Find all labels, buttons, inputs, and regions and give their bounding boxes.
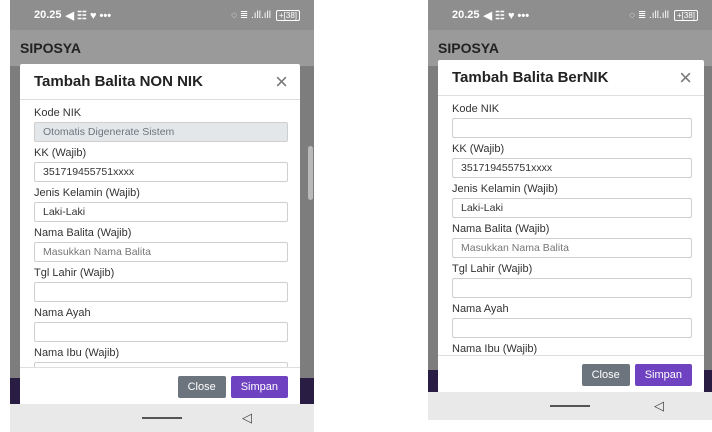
field-nama-ibu: Nama Ibu (Wajib): [452, 343, 692, 355]
status-bar: 20.25 ◀ ☷ ♥ ••• ◌ ≣ .ıll.ıll +[38]: [10, 0, 314, 30]
field-jenis-kelamin: Jenis Kelamin (Wajib): [452, 183, 692, 218]
field-label: KK (Wajib): [452, 143, 505, 155]
nama-ayah-input[interactable]: [34, 322, 288, 342]
signal-icon: ◌ ≣ .ıll.ıll: [231, 9, 271, 21]
field-nama-ibu: Nama Ibu (Wajib): [34, 347, 288, 367]
field-nama-balita: Nama Balita (Wajib): [34, 227, 288, 262]
field-label: Nama Ibu (Wajib): [452, 343, 538, 355]
field-jenis-kelamin: Jenis Kelamin (Wajib): [34, 187, 288, 222]
close-icon[interactable]: ×: [275, 70, 288, 93]
field-label: Nama Balita (Wajib): [34, 227, 132, 239]
dialog-header: Tambah Balita BerNIK ×: [438, 60, 704, 96]
add-balita-dialog: Tambah Balita BerNIK × Kode NIK KK (Waji…: [438, 60, 704, 393]
app-title: SIPOSYA: [20, 40, 81, 56]
kode-nik-input[interactable]: [452, 118, 692, 138]
app-title: SIPOSYA: [438, 40, 499, 56]
tgl-lahir-input[interactable]: [452, 278, 692, 298]
field-label: KK (Wajib): [34, 147, 87, 159]
phone-screen-bernik: 20.25 ◀ ☷ ♥ ••• ◌ ≣ .ıll.ıll +[38] SIPOS…: [428, 0, 712, 432]
app-bar: SIPOSYA: [10, 30, 314, 66]
system-nav-bar: ◁: [428, 392, 712, 420]
dialog-header: Tambah Balita NON NIK ×: [20, 64, 300, 100]
field-kk: KK (Wajib): [452, 143, 692, 178]
notification-icons: ◀ ☷ ♥ •••: [483, 9, 530, 22]
dialog-form: Kode NIK KK (Wajib) Jenis Kelamin (Wajib…: [438, 97, 704, 355]
field-nama-ayah: Nama Ayah: [34, 307, 288, 342]
field-label: Jenis Kelamin (Wajib): [34, 187, 140, 199]
close-button[interactable]: Close: [177, 375, 226, 398]
field-nama-ayah: Nama Ayah: [452, 303, 692, 338]
dialog-footer: Close Simpan: [438, 355, 704, 393]
field-label: Kode NIK: [34, 107, 82, 119]
phone-screen-non-nik: 20.25 ◀ ☷ ♥ ••• ◌ ≣ .ıll.ıll +[38] SIPOS…: [10, 0, 314, 432]
field-nama-balita: Nama Balita (Wajib): [452, 223, 692, 258]
field-label: Nama Ibu (Wajib): [34, 347, 120, 359]
field-tgl-lahir: Tgl Lahir (Wajib): [452, 263, 692, 298]
field-kode-nik: Kode NIK: [452, 103, 692, 138]
jenis-kelamin-select[interactable]: [34, 202, 288, 222]
back-icon[interactable]: ◁: [242, 410, 252, 426]
field-label: Kode NIK: [452, 103, 500, 115]
scrollbar[interactable]: [308, 146, 313, 200]
field-kode-nik: Kode NIK: [34, 107, 288, 142]
field-tgl-lahir: Tgl Lahir (Wajib): [34, 267, 288, 302]
nama-ayah-input[interactable]: [452, 318, 692, 338]
close-button[interactable]: Close: [581, 363, 630, 386]
home-indicator[interactable]: [142, 417, 182, 419]
system-nav-bar: ◁: [10, 404, 314, 432]
jenis-kelamin-select[interactable]: [452, 198, 692, 218]
nama-balita-input[interactable]: [34, 242, 288, 262]
battery-icon: +[38]: [275, 9, 300, 21]
dialog-form: Kode NIK KK (Wajib) Jenis Kelamin (Wajib…: [20, 101, 300, 367]
kk-input[interactable]: [452, 158, 692, 178]
field-label: Nama Ayah: [452, 303, 509, 315]
dialog-title: Tambah Balita BerNIK: [452, 69, 609, 86]
add-balita-dialog: Tambah Balita NON NIK × Kode NIK KK (Waj…: [20, 64, 300, 405]
field-label: Jenis Kelamin (Wajib): [452, 183, 558, 195]
clock-time: 20.25: [452, 9, 480, 21]
clock-time: 20.25: [34, 9, 62, 21]
dialog-footer: Close Simpan: [20, 367, 300, 405]
field-label: Tgl Lahir (Wajib): [34, 267, 115, 279]
kk-input[interactable]: [34, 162, 288, 182]
status-bar: 20.25 ◀ ☷ ♥ ••• ◌ ≣ .ıll.ıll +[38]: [428, 0, 712, 30]
field-label: Tgl Lahir (Wajib): [452, 263, 533, 275]
kode-nik-input: [34, 122, 288, 142]
save-button[interactable]: Simpan: [634, 363, 692, 386]
dialog-title: Tambah Balita NON NIK: [34, 73, 203, 90]
battery-icon: +[38]: [673, 9, 698, 21]
field-label: Nama Ayah: [34, 307, 91, 319]
nama-balita-input[interactable]: [452, 238, 692, 258]
field-kk: KK (Wajib): [34, 147, 288, 182]
tgl-lahir-input[interactable]: [34, 282, 288, 302]
home-indicator[interactable]: [550, 405, 590, 407]
signal-icon: ◌ ≣ .ıll.ıll: [629, 9, 669, 21]
close-icon[interactable]: ×: [679, 66, 692, 89]
notification-icons: ◀ ☷ ♥ •••: [65, 9, 112, 22]
back-icon[interactable]: ◁: [654, 398, 664, 414]
save-button[interactable]: Simpan: [230, 375, 288, 398]
field-label: Nama Balita (Wajib): [452, 223, 550, 235]
